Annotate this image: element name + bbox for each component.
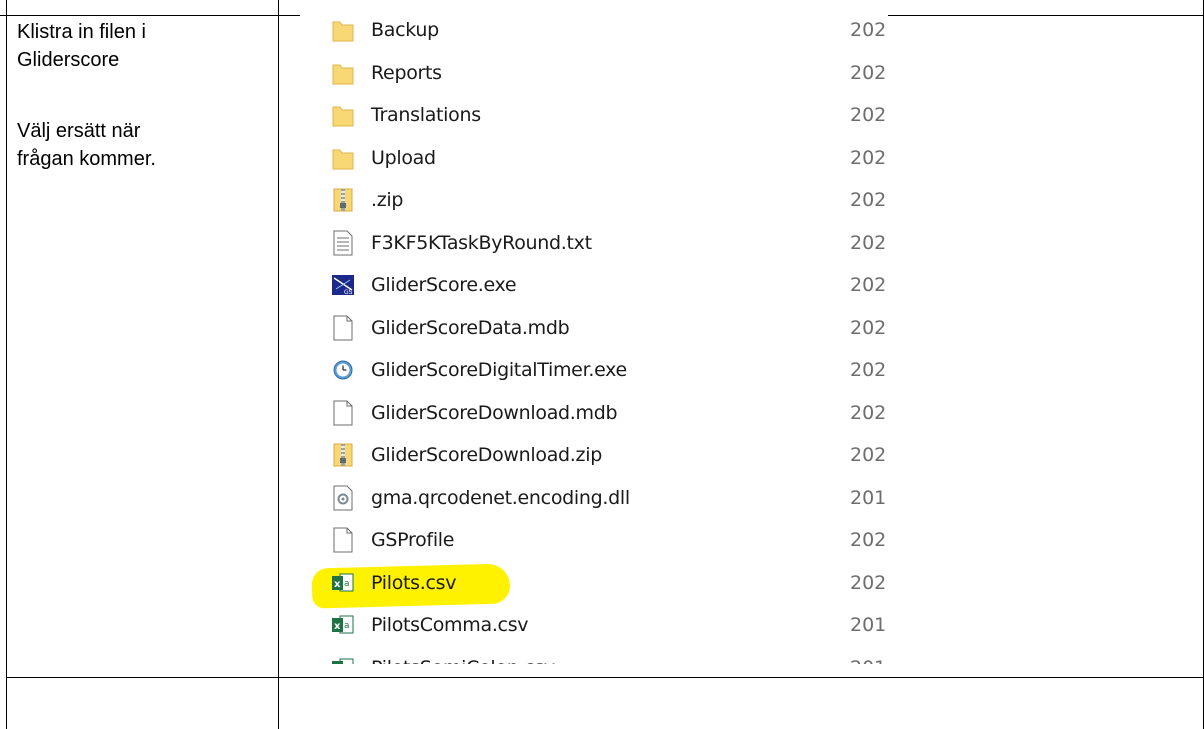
file-date: 202	[850, 189, 887, 211]
file-row[interactable]: GS GliderScore.exe 202	[300, 264, 888, 308]
file-name: Backup	[371, 19, 439, 41]
dll-icon	[332, 485, 354, 511]
file-row[interactable]: gma.qrcodenet.encoding.dll 201	[300, 477, 888, 521]
file-name: PilotsSemiColon.csv	[371, 657, 555, 665]
svg-text:x: x	[334, 579, 341, 590]
file-row[interactable]: F3KF5KTaskByRound.txt 202	[300, 222, 888, 266]
file-row[interactable]: Translations 202	[300, 94, 888, 138]
file-date: 201	[850, 657, 886, 665]
file-name: GSProfile	[371, 529, 455, 551]
text-file-icon	[332, 230, 354, 256]
file-date: 202	[850, 231, 887, 254]
folder-icon	[332, 102, 354, 128]
svg-text:a: a	[344, 664, 350, 665]
instruction-line-2: Gliderscore	[17, 49, 120, 71]
file-date: 202	[850, 359, 887, 381]
file-icon	[332, 315, 354, 341]
file-date: 202	[850, 104, 887, 126]
file-row[interactable]: GliderScoreDigitalTimer.exe 202	[300, 349, 888, 393]
file-name: .zip	[371, 189, 404, 211]
table-border-left	[6, 0, 7, 729]
file-date: 202	[850, 316, 887, 339]
svg-text:GS: GS	[344, 289, 353, 296]
instruction-line-4: frågan kommer.	[17, 148, 156, 170]
file-row[interactable]: .zip 202	[300, 179, 888, 223]
file-row[interactable]: a x Pilots.csv 202	[300, 562, 888, 609]
table-border-bottom	[6, 677, 1204, 678]
file-explorer-screenshot: Backup 202 Reports 202 Translations 202 Upload…	[300, 0, 888, 664]
file-name: Translations	[371, 104, 481, 126]
file-date: 202	[850, 61, 887, 84]
folder-icon	[332, 60, 354, 86]
file-row[interactable]: a x PilotsComma.csv 201	[300, 604, 888, 648]
file-name: GliderScoreDownload.mdb	[371, 401, 618, 424]
file-name: GliderScoreDigitalTimer.exe	[371, 359, 627, 381]
app-icon: GS	[332, 272, 354, 298]
file-name: F3KF5KTaskByRound.txt	[371, 231, 592, 254]
folder-icon	[332, 17, 354, 43]
file-row[interactable]: GSProfile 202	[300, 519, 888, 563]
file-icon	[332, 400, 354, 426]
file-date: 202	[850, 444, 887, 466]
file-icon	[332, 527, 354, 553]
clock-icon	[332, 357, 354, 383]
file-date: 202	[850, 146, 887, 169]
file-row[interactable]: GliderScoreDownload.mdb 202	[300, 392, 888, 436]
file-name: GliderScoreDownload.zip	[371, 444, 602, 466]
file-name: PilotsComma.csv	[371, 614, 529, 636]
file-row[interactable]: GliderScoreData.mdb 202	[300, 307, 888, 351]
instruction-cell: Klistra in filen i Gliderscore Välj ersä…	[17, 18, 267, 173]
file-name: Reports	[371, 61, 442, 84]
file-date: 202	[850, 274, 887, 296]
excel-icon: ax	[332, 655, 354, 665]
file-row[interactable]: Upload 202	[300, 137, 888, 181]
file-name: GliderScore.exe	[371, 274, 517, 296]
zip-icon	[332, 187, 354, 213]
file-name: Pilots.csv	[371, 571, 457, 594]
file-row[interactable]: GliderScoreDownload.zip 202	[300, 434, 888, 478]
file-date: 202	[850, 401, 887, 424]
instruction-line-1: Klistra in filen i	[17, 21, 146, 43]
file-date: 201	[850, 486, 887, 509]
svg-text:x: x	[334, 621, 341, 632]
file-date: 202	[850, 529, 887, 551]
excel-icon: ax	[332, 570, 354, 596]
svg-text:a: a	[344, 621, 350, 631]
file-name: Upload	[371, 146, 436, 169]
file-row[interactable]: ax PilotsSemiColon.csv 201	[300, 647, 888, 665]
file-row[interactable]: Backup 202	[300, 9, 888, 53]
svg-text:x: x	[334, 664, 341, 665]
file-date: 202	[850, 571, 887, 594]
zip-icon	[332, 442, 354, 468]
table-column-divider	[278, 0, 279, 729]
svg-text:a: a	[344, 579, 350, 589]
file-name: gma.qrcodenet.encoding.dll	[371, 486, 630, 509]
instruction-line-3: Välj ersätt när	[17, 120, 141, 142]
file-date: 201	[850, 614, 887, 636]
file-name: GliderScoreData.mdb	[371, 316, 570, 339]
excel-icon: ax	[332, 612, 354, 638]
file-row[interactable]: Reports 202	[300, 52, 888, 96]
file-date: 202	[850, 19, 887, 41]
folder-icon	[332, 145, 354, 171]
